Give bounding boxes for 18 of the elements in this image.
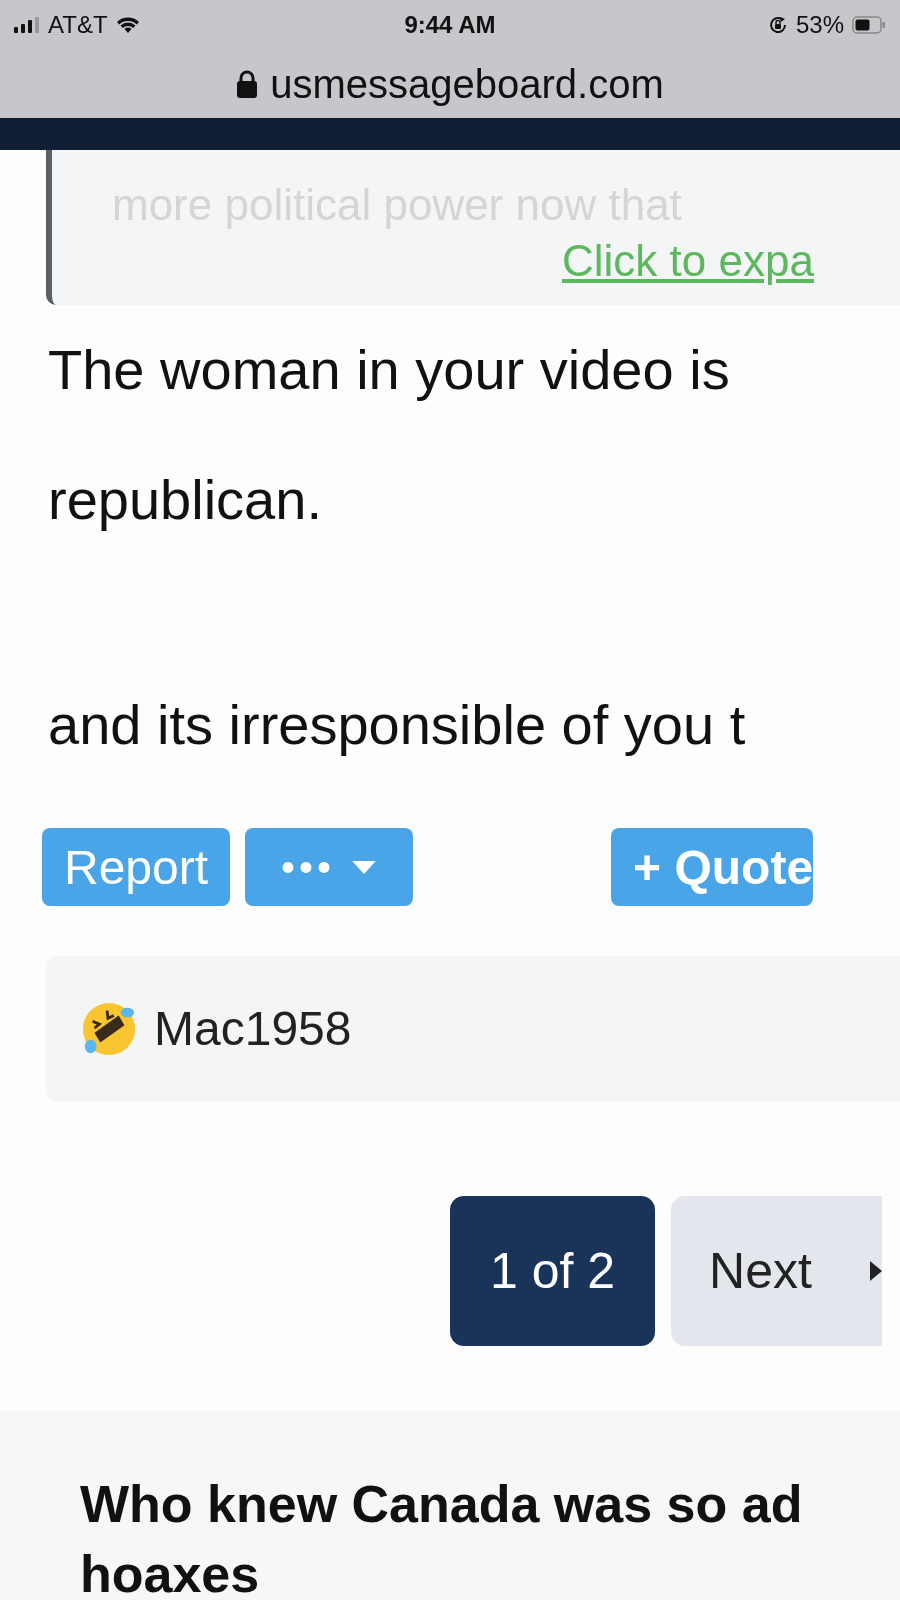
next-button[interactable]: Next (671, 1196, 882, 1346)
caret-icon (351, 859, 378, 875)
wifi-icon (115, 16, 140, 34)
carrier-name: AT&T (48, 11, 108, 39)
lock-icon (236, 69, 259, 99)
thread-title[interactable]: Who knew Canada was so ad hoaxes (80, 1469, 900, 1600)
battery-percent: 53% (795, 11, 844, 39)
post-text: and its irresponsible of you t (48, 692, 746, 758)
post-text: The woman in your video is (48, 337, 730, 403)
battery-icon (852, 16, 886, 34)
reaction-user[interactable]: Mac1958 (154, 1001, 352, 1056)
clock-time: 9:44 AM (404, 11, 496, 39)
url-text[interactable]: usmessageboard.com (270, 61, 664, 107)
post-text: republican. (48, 467, 322, 533)
next-arrow-icon (869, 1260, 882, 1282)
rotation-lock-icon (767, 15, 788, 35)
page-indicator[interactable]: 1 of 2 (450, 1196, 656, 1346)
signal-icon (14, 17, 40, 33)
